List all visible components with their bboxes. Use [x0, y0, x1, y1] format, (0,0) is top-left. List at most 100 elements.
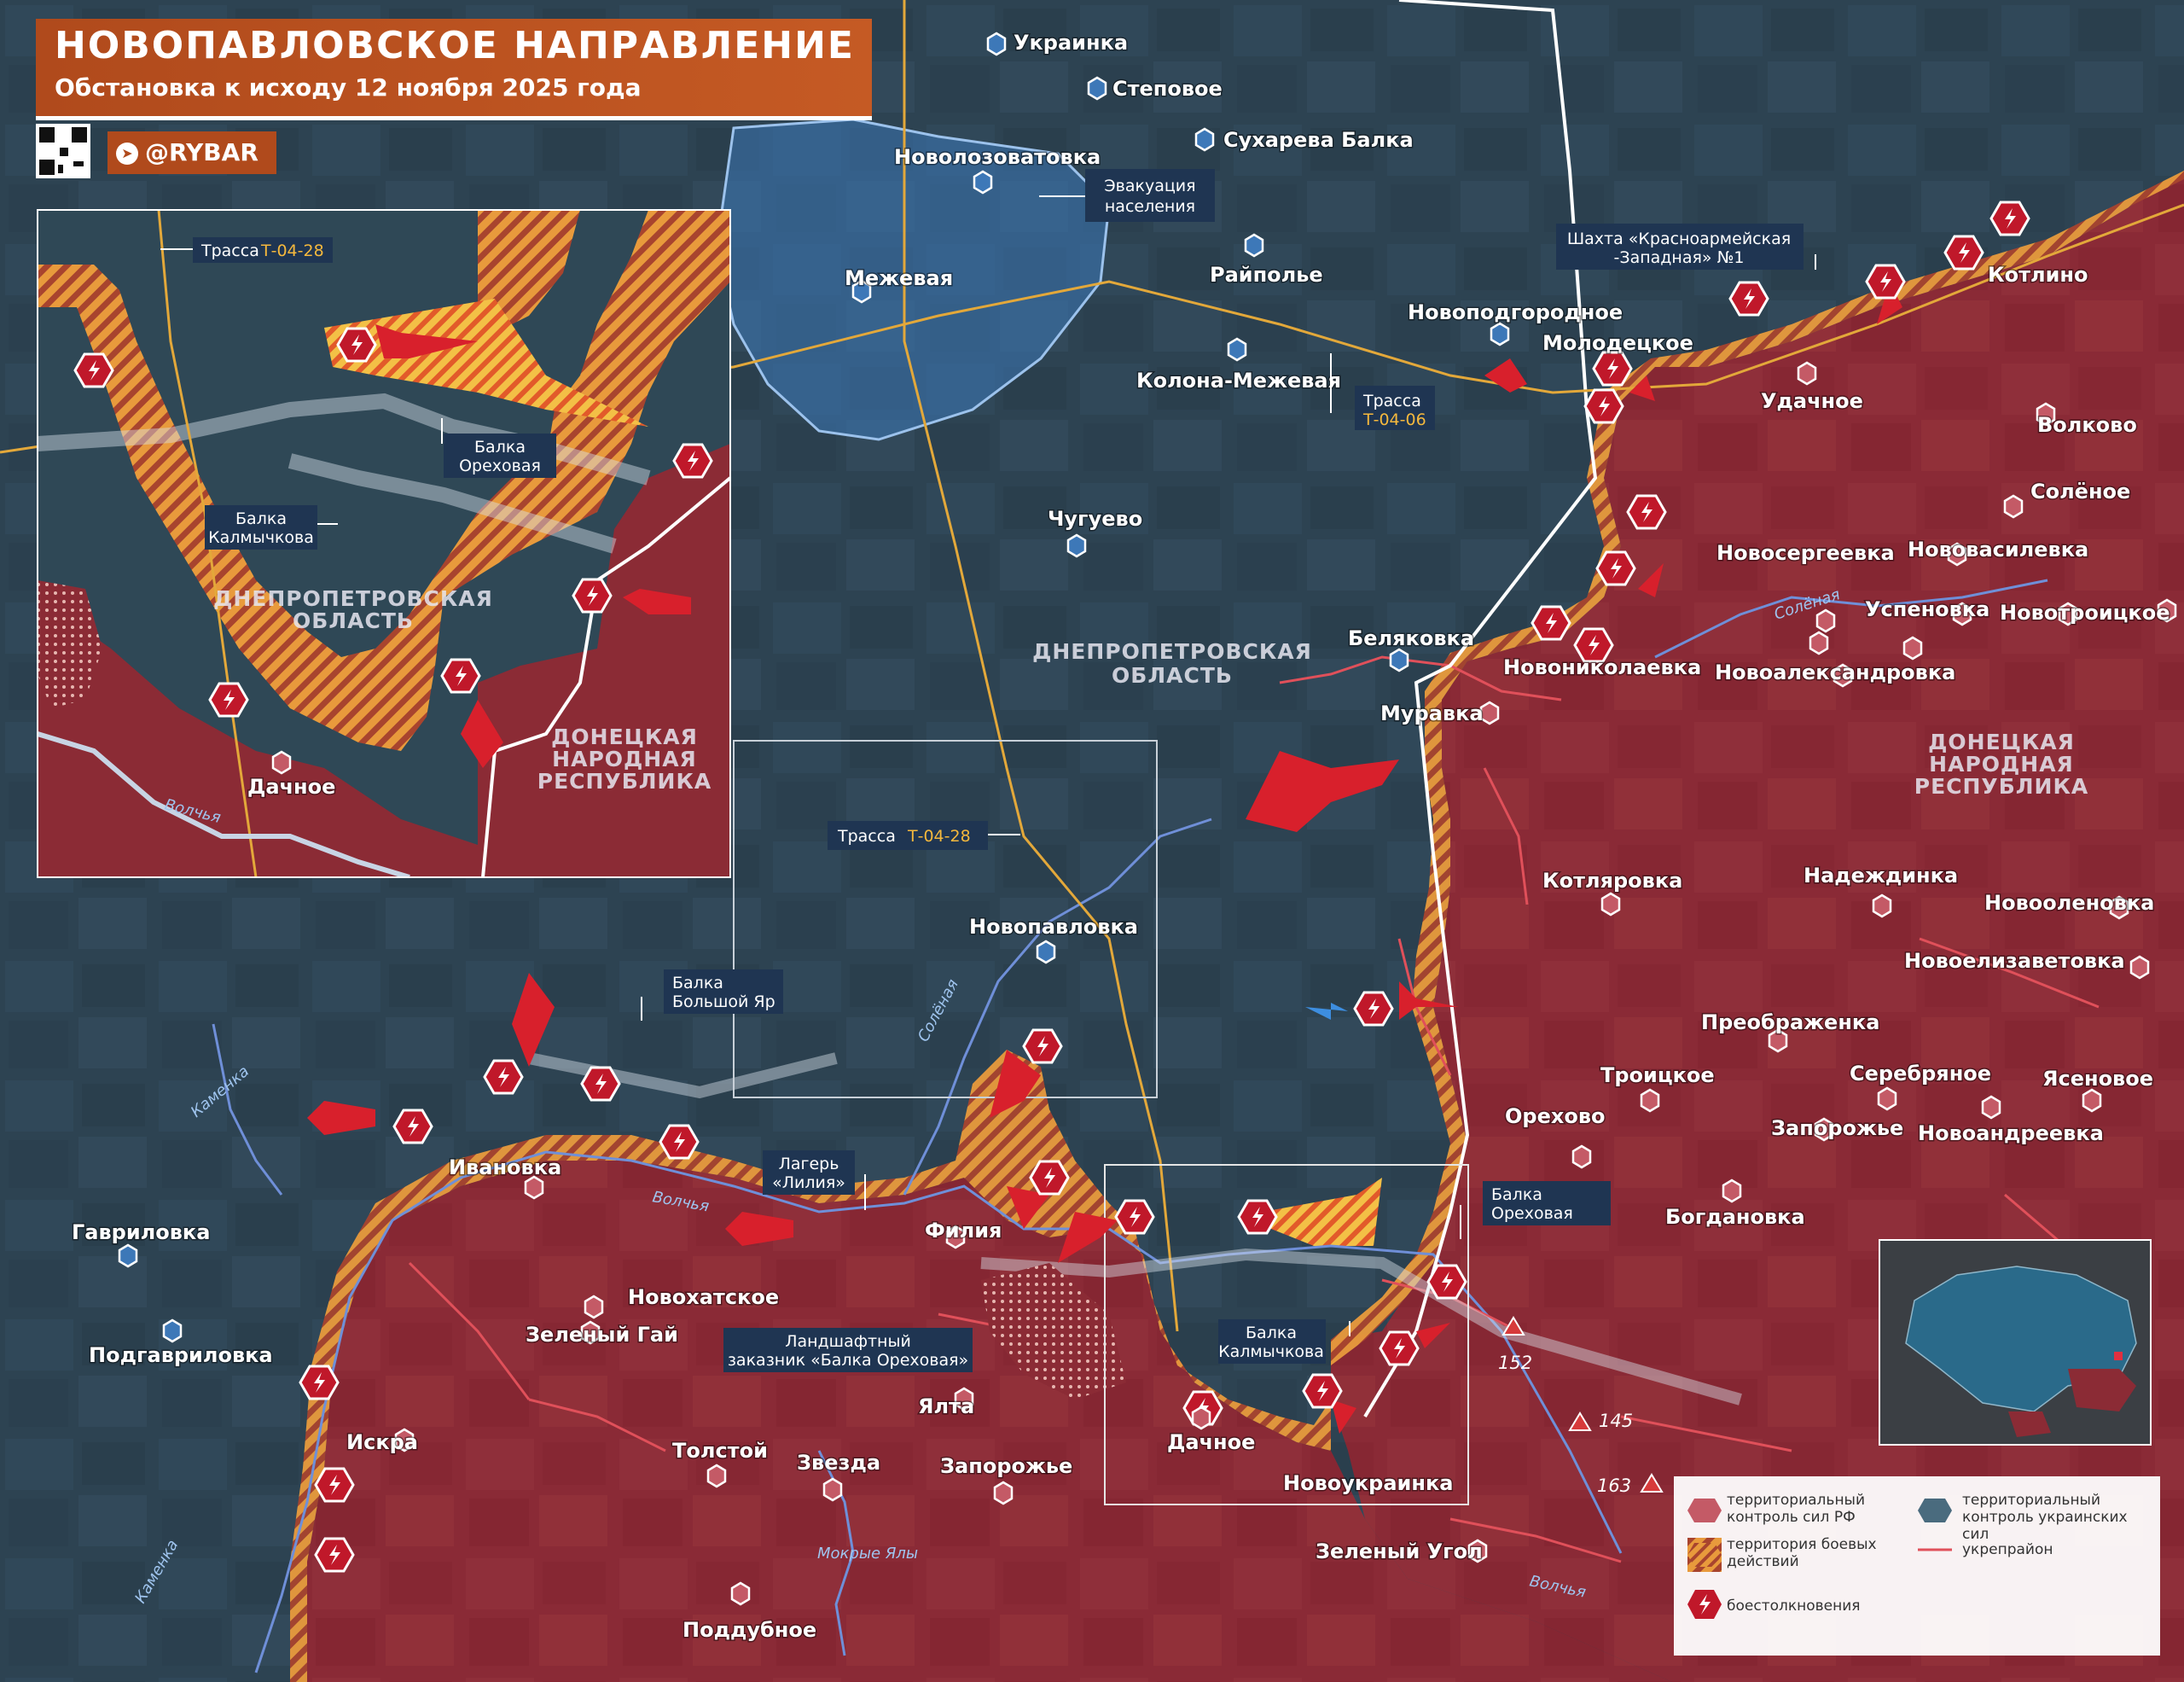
label-kotlino: Котлино: [1988, 263, 2088, 287]
label-ukrainka: Украинка: [1014, 31, 1128, 55]
region-dnepr-line2: ОБЛАСТЬ: [1112, 663, 1233, 688]
inset-map: Трасса Т-04-28 Балка Ореховая Балка Калм…: [37, 209, 731, 878]
label-zeleny-ugol: Зеленый Угол: [1316, 1539, 1483, 1563]
legend-clash-icon: [1687, 1590, 1722, 1619]
inset-region-dnr-line3: РЕСПУБЛИКА: [537, 769, 712, 794]
svg-text:Ландшафтный: Ландшафтный: [785, 1332, 911, 1351]
label-chugaevo: Чугуево: [1048, 507, 1142, 531]
region-dnr-line2: НАРОДНАЯ: [1929, 752, 2074, 777]
svg-text:Калмычкова: Калмычкова: [208, 528, 314, 547]
label-novopavlovka: Новопавловка: [969, 915, 1138, 939]
legend-clashes: боестолкновения: [1727, 1598, 1861, 1615]
label-poddubnoe: Поддубное: [682, 1618, 816, 1642]
label-yasenovoe: Ясеновое: [2042, 1067, 2153, 1091]
label-novokhatskoe: Новохатское: [628, 1285, 779, 1309]
label-novoandreevka: Новоандреевка: [1918, 1121, 2104, 1145]
label-kolona-mezhevaya: Колона-Межевая: [1136, 369, 1341, 393]
label-udachnoe: Удачное: [1761, 389, 1863, 413]
region-dnr-line1: ДОНЕЦКАЯ: [1928, 730, 2075, 754]
label-zeleny-gay: Зеленый Гай: [526, 1323, 678, 1347]
legend-ua-icon: [1918, 1499, 1952, 1522]
legend-fortified: укрепрайон: [1962, 1541, 2053, 1558]
svg-text:Балка: Балка: [1491, 1185, 1542, 1204]
svg-text:Трасса: Трасса: [200, 242, 259, 260]
qr-code-icon: [36, 124, 90, 178]
label-novotroitskoe: Новотроицкое: [2000, 601, 2170, 625]
svg-text:«Лилия»: «Лилия»: [772, 1173, 845, 1192]
map-title: НОВОПАВЛОВСКОЕ НАПРАВЛЕНИЕ: [55, 24, 855, 67]
height-152: 152: [1498, 1353, 1532, 1373]
svg-text:Ореховая: Ореховая: [459, 457, 541, 475]
brand-badge[interactable]: ➤ @RYBAR: [107, 131, 276, 174]
callout-mine: Шахта «Красноармейская -Западная» №1: [1556, 224, 1816, 270]
label-yalta: Ялта: [918, 1394, 974, 1418]
label-orekhovo: Орехово: [1505, 1104, 1606, 1128]
label-stepovoe: Степовое: [1112, 77, 1223, 101]
label-podgavrilovka: Подгавриловка: [89, 1343, 273, 1367]
height-145: 145: [1599, 1411, 1633, 1431]
legend-rf-icon: [1687, 1499, 1722, 1522]
svg-text:Балка: Балка: [1246, 1324, 1297, 1342]
label-nadezhdinka: Надеждинка: [1804, 864, 1958, 888]
label-raypolye: Райполье: [1210, 263, 1323, 287]
legend-fortified-icon: [1918, 1548, 1952, 1551]
legend-ua-control: территориальный контроль украинских сил: [1962, 1492, 2128, 1543]
inset-region-dnepr-line2: ОБЛАСТЬ: [293, 608, 414, 633]
label-zaporozhye-west: Запорожье: [940, 1454, 1072, 1478]
label-novopodgorodnoe: Новоподгородное: [1408, 300, 1623, 324]
brand-name: @RYBAR: [145, 138, 258, 166]
label-preobrazhenka: Преображенка: [1701, 1010, 1879, 1034]
svg-text:Т-04-28: Т-04-28: [260, 242, 324, 260]
svg-text:Ореховая: Ореховая: [1491, 1204, 1573, 1223]
label-bogdanovka: Богдановка: [1665, 1205, 1805, 1229]
label-novosergeevka: Новосергеевка: [1716, 541, 1895, 565]
label-novolozovatovka: Новолозоватовка: [894, 145, 1101, 169]
label-zvezda: Звезда: [797, 1451, 880, 1475]
label-zaporozhye-east: Запорожье: [1771, 1116, 1903, 1140]
inset-region-dnepr-line1: ДНЕПРОПЕТРОВСКАЯ: [213, 586, 493, 611]
inset-region-dnr-line1: ДОНЕЦКАЯ: [551, 725, 698, 749]
label-volkovo: Волково: [2037, 413, 2137, 437]
ukraine-overview-icon: [1905, 1266, 2137, 1437]
region-dnr-line3: РЕСПУБЛИКА: [1914, 774, 2088, 799]
overview-minimap: [1879, 1239, 2152, 1446]
label-serebryanoe: Серебряное: [1850, 1062, 1991, 1085]
label-novoaleksandrovka: Новоалександровка: [1715, 661, 1955, 684]
svg-text:Калмычкова: Калмычкова: [1218, 1342, 1324, 1361]
svg-text:Балка: Балка: [672, 974, 723, 992]
label-solenoe: Солёное: [2030, 480, 2130, 503]
telegram-icon: ➤: [116, 143, 138, 165]
map-subtitle: Обстановка к исходу 12 ноября 2025 года: [55, 73, 642, 102]
operational-map: 152 145 163 ДНЕПРОПЕТРОВСКАЯ ОБЛАСТЬ ДОН…: [0, 0, 2184, 1682]
label-novovasilevka: Нововасилевка: [1908, 538, 2088, 562]
svg-text:Трасса: Трасса: [1362, 392, 1421, 410]
label-mezhevaya: Межевая: [845, 266, 953, 290]
svg-text:Эвакуация: Эвакуация: [1104, 177, 1195, 195]
label-novoolenovka: Новооленовка: [1984, 891, 2154, 915]
svg-text:Трасса: Трасса: [837, 827, 896, 846]
label-filiya: Филия: [925, 1219, 1002, 1243]
label-muravka: Муравка: [1380, 701, 1484, 725]
callout-reserve: Ландшафтный заказник «Балка Ореховая»: [723, 1328, 973, 1372]
label-uspenovka: Успеновка: [1865, 597, 1989, 621]
label-gavrilovka: Гавриловка: [72, 1220, 210, 1244]
svg-text:Лагерь: Лагерь: [779, 1155, 839, 1173]
svg-text:Балка: Балка: [235, 509, 287, 528]
legend: территориальный контроль сил РФ территор…: [1674, 1476, 2160, 1656]
label-novoukrainka: Новоукраинка: [1283, 1471, 1453, 1495]
svg-text:населения: населения: [1105, 197, 1195, 216]
label-molodetskoe: Молодецкое: [1542, 331, 1693, 355]
label-kotlyarovka: Котляровка: [1542, 869, 1682, 893]
label-iskra: Искра: [346, 1430, 418, 1454]
legend-rf-control: территориальный контроль сил РФ: [1727, 1492, 1866, 1526]
label-tolstoy: Толстой: [672, 1439, 768, 1463]
label-troitskoe: Троицкое: [1600, 1063, 1715, 1087]
legend-contested-icon: [1687, 1538, 1722, 1572]
svg-text:заказник «Балка Ореховая»: заказник «Балка Ореховая»: [728, 1351, 968, 1370]
region-dnepr-line1: ДНЕПРОПЕТРОВСКАЯ: [1032, 639, 1312, 664]
svg-text:Балка: Балка: [474, 438, 526, 457]
header-underline: [36, 116, 872, 120]
label-ivanovka: Ивановка: [449, 1155, 561, 1179]
svg-text:Шахта «Красноармейская: Шахта «Красноармейская: [1567, 230, 1791, 248]
label-dachnoe: Дачное: [1167, 1430, 1255, 1454]
